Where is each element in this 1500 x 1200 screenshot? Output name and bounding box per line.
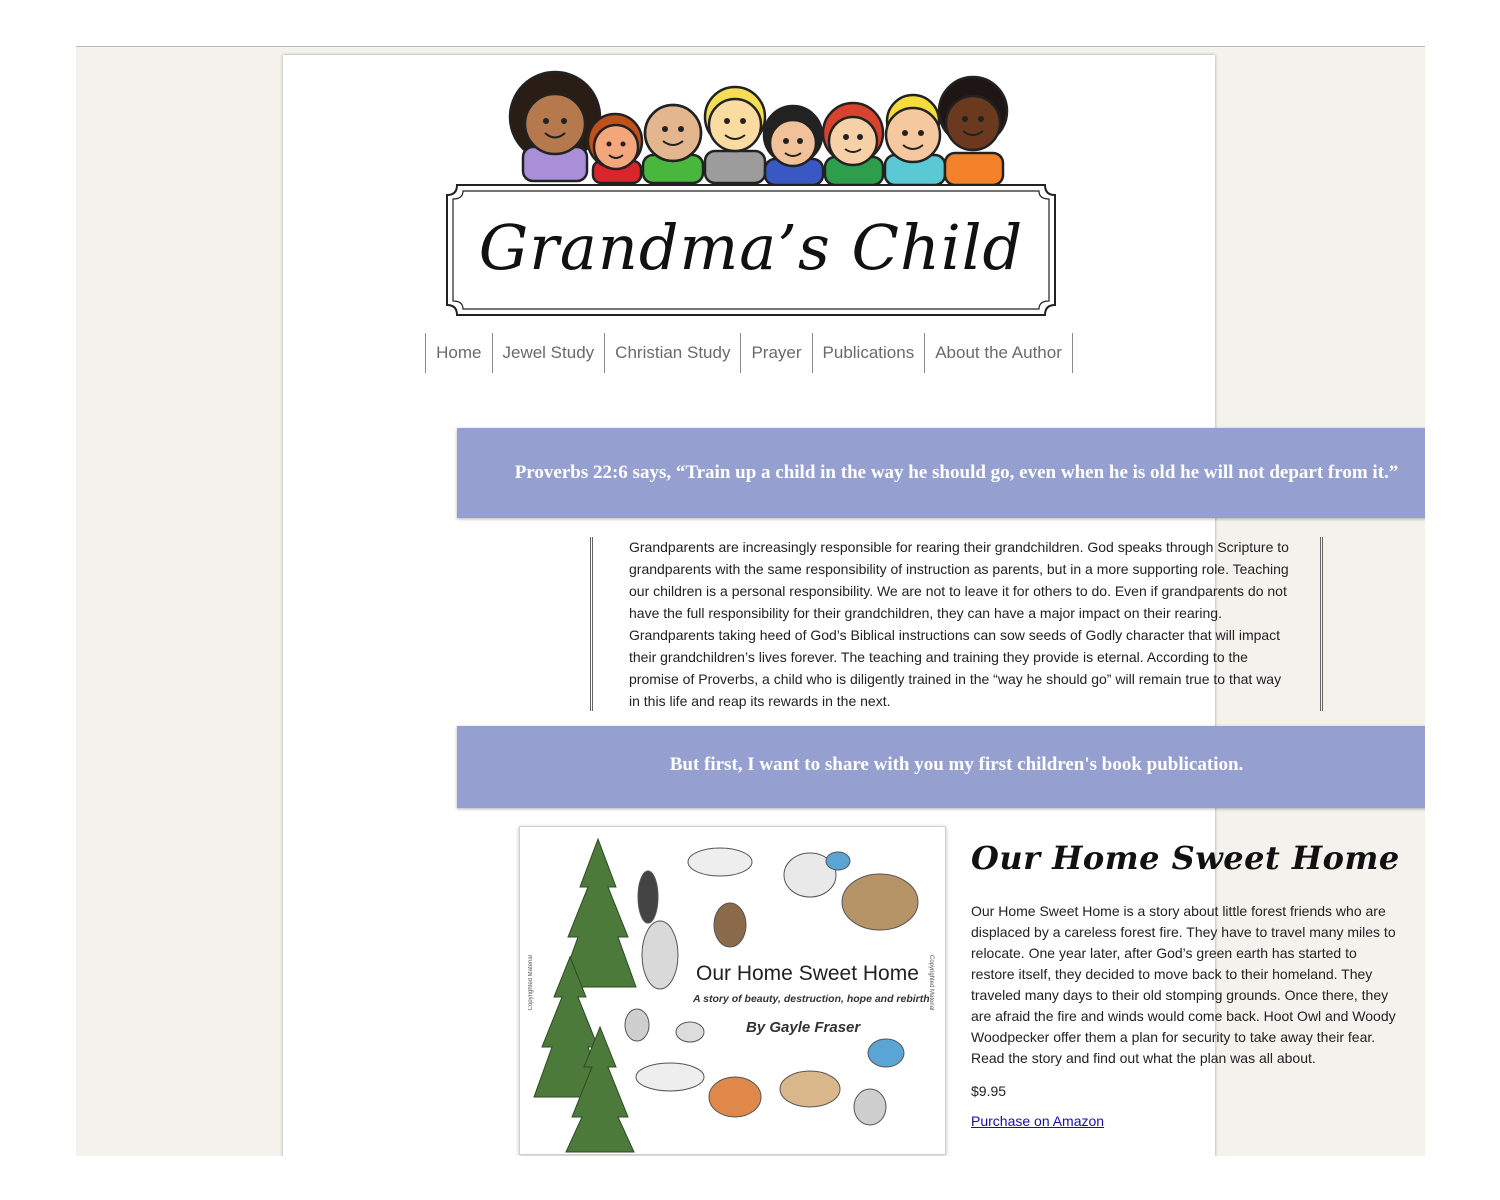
book-description: Our Home Sweet Home is a story about lit… bbox=[971, 903, 1396, 1066]
announcement-text: But first, I want to share with you my f… bbox=[669, 754, 1244, 775]
book-details: Our Home Sweet Home Our Home Sweet Home … bbox=[971, 839, 1401, 1131]
cover-copyright-left: Copyrighted Material bbox=[528, 955, 534, 1011]
main-nav: Home Jewel Study Christian Study Prayer Publ… bbox=[283, 333, 1215, 373]
book-cover-image[interactable]: Our Home Sweet Home A story of beauty, d… bbox=[519, 826, 946, 1155]
content-page: Grandma’s Child Home Jewel Study Christian… bbox=[283, 55, 1425, 1156]
purchase-link[interactable]: Purchase on Amazon bbox=[971, 1113, 1104, 1129]
cover-title: Our Home Sweet Home bbox=[696, 962, 919, 985]
page-background: Grandma’s Child Home Jewel Study Christian… bbox=[76, 46, 1425, 1156]
announcement-banner: But first, I want to share with you my f… bbox=[457, 726, 1425, 808]
verse-banner: Proverbs 22:6 says, “Train up a child in… bbox=[457, 428, 1425, 518]
nav-publications[interactable]: Publications bbox=[811, 333, 925, 373]
cover-subtitle: A story of beauty, destruction, hope and… bbox=[693, 993, 930, 1005]
nav-christian-study[interactable]: Christian Study bbox=[604, 333, 740, 373]
nav-prayer[interactable]: Prayer bbox=[740, 333, 811, 373]
intro-block: Grandparents are increasingly responsibl… bbox=[590, 537, 1323, 711]
cover-author: By Gayle Fraser bbox=[746, 1019, 861, 1036]
verse-text: Proverbs 22:6 says, “Train up a child in… bbox=[514, 462, 1399, 483]
book-price: $9.95 bbox=[971, 1083, 1007, 1099]
intro-text: Grandparents are increasingly responsibl… bbox=[629, 539, 1289, 709]
cover-copyright-right: Copyrighted Material bbox=[928, 955, 934, 1011]
nav-jewel-study[interactable]: Jewel Study bbox=[491, 333, 605, 373]
nav-home[interactable]: Home bbox=[425, 333, 491, 373]
book-title: Our Home Sweet Home bbox=[971, 839, 1400, 877]
nav-about-author[interactable]: About the Author bbox=[924, 333, 1073, 373]
book-cover-art bbox=[533, 837, 919, 1153]
site-logo[interactable]: Grandma’s Child bbox=[443, 69, 1059, 319]
site-title: Grandma’s Child bbox=[478, 211, 1024, 284]
